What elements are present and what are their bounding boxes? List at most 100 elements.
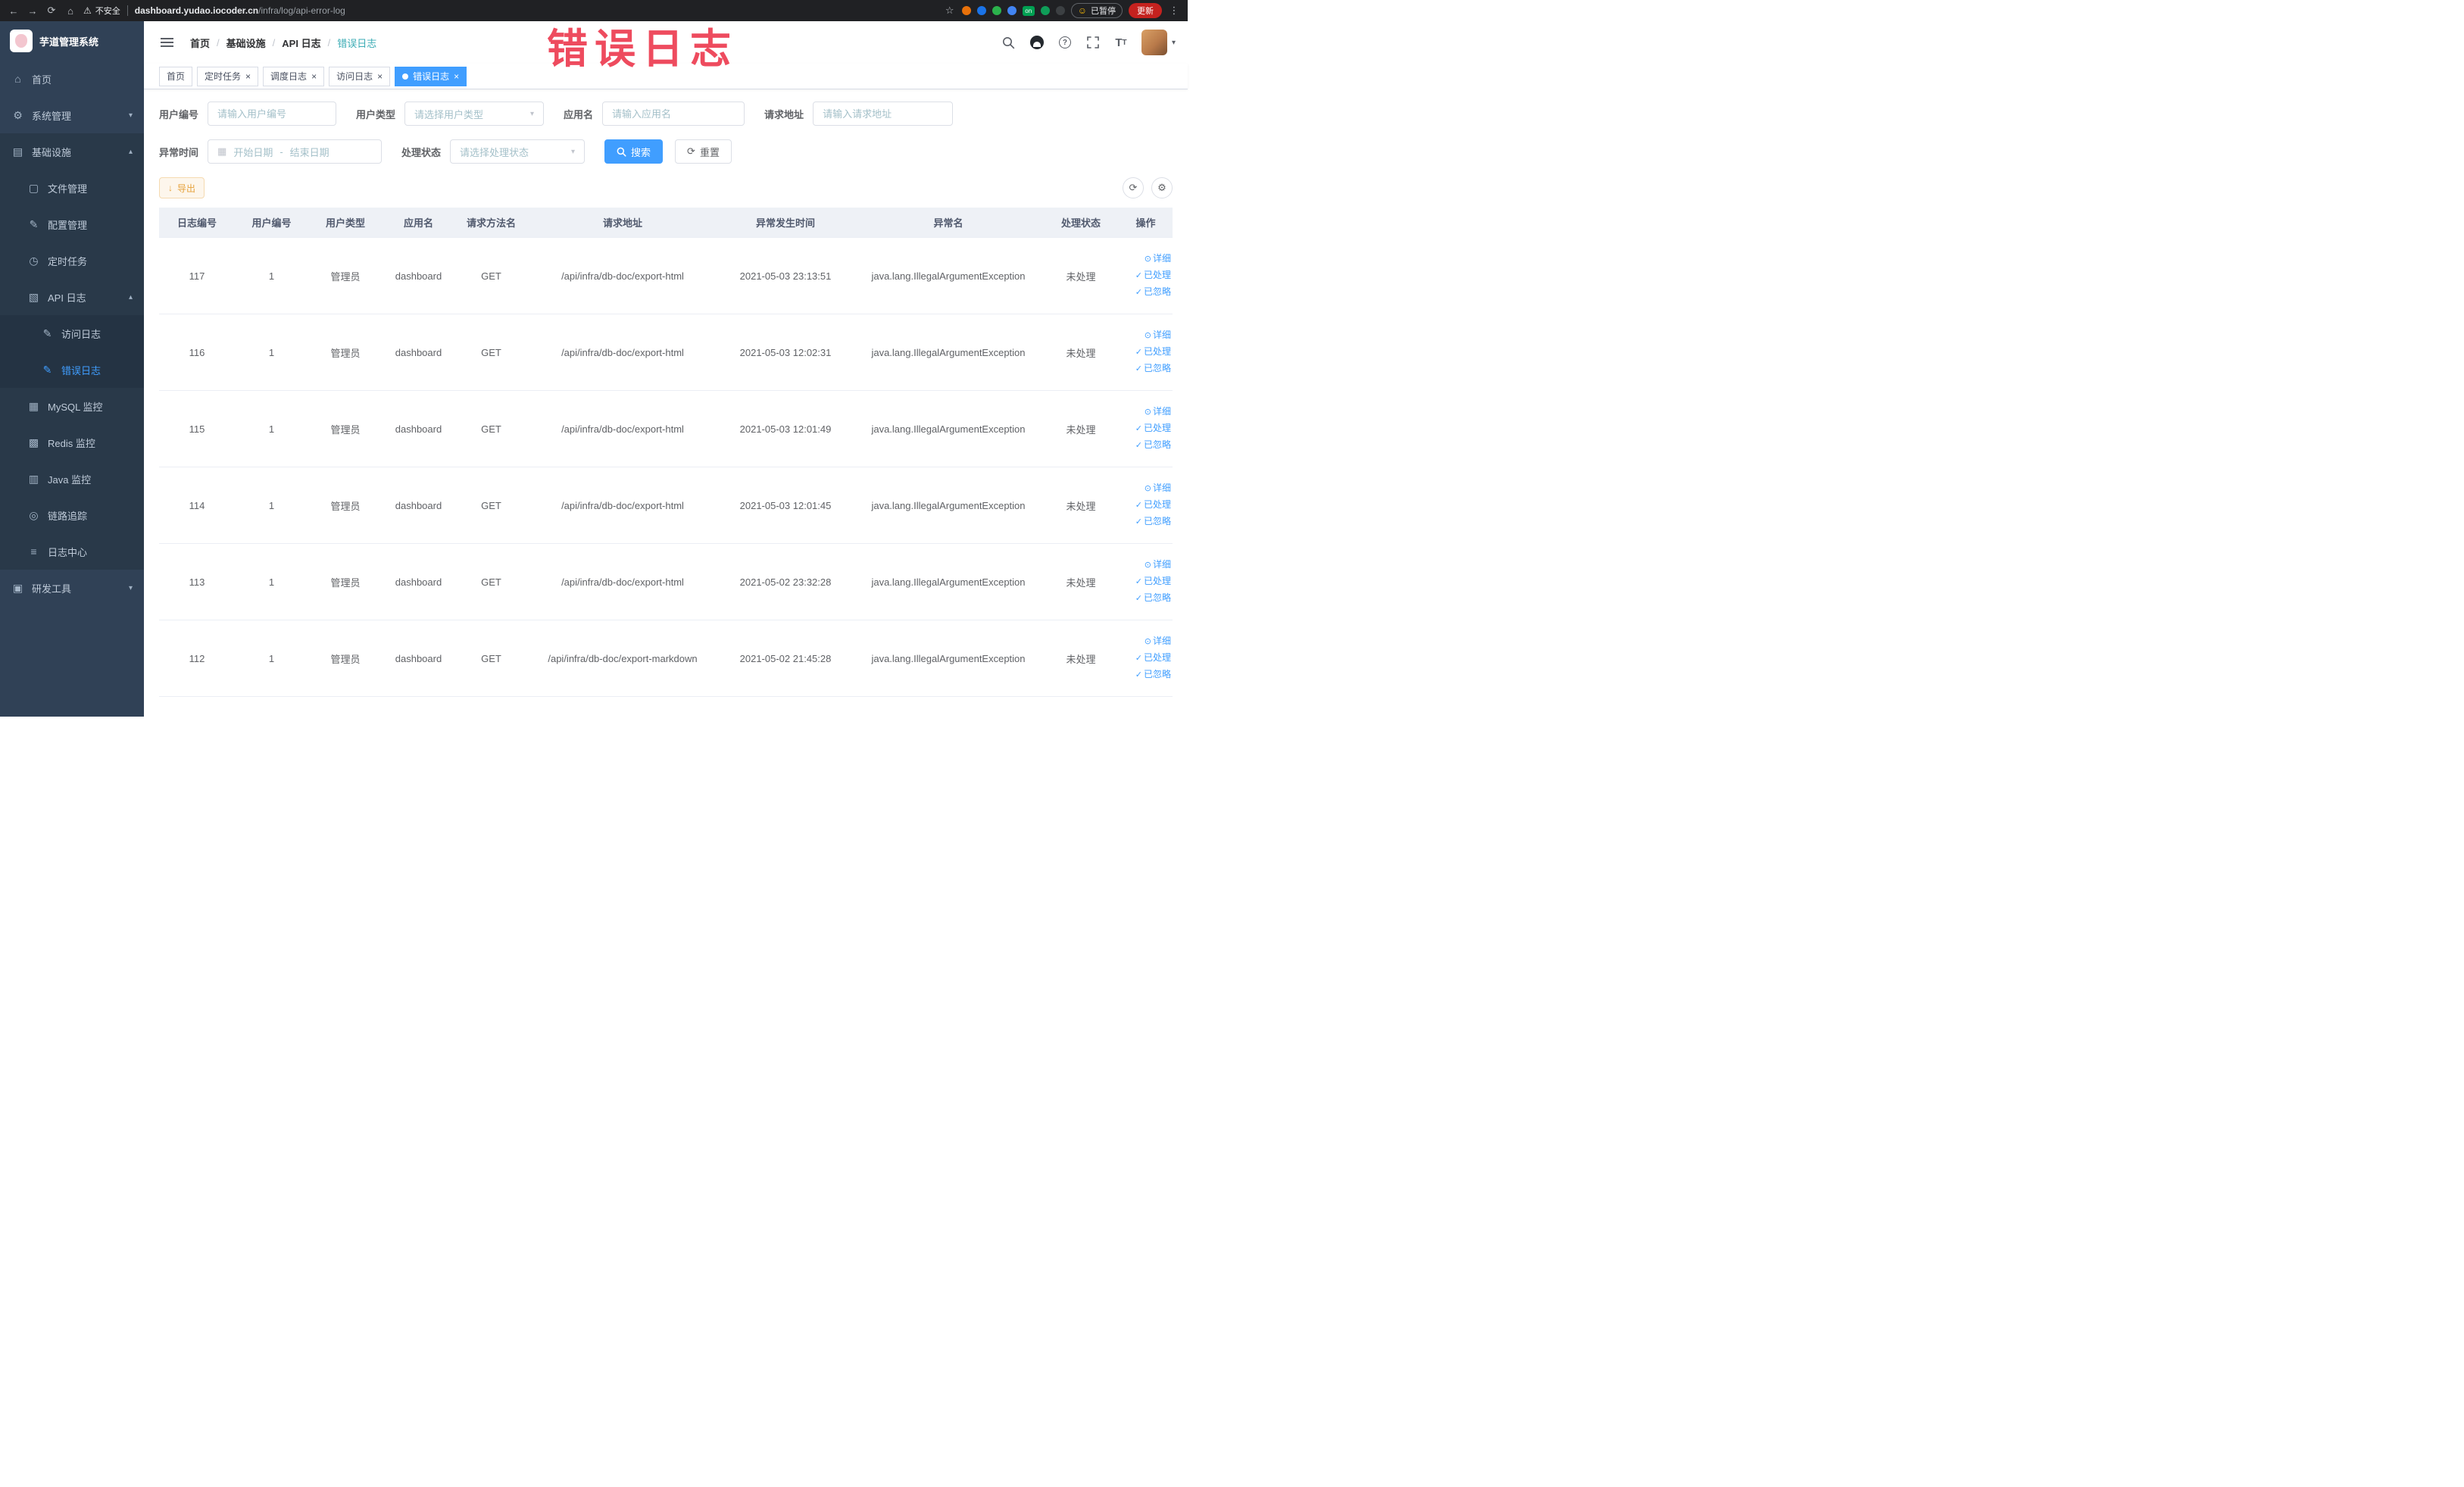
table-row: 117 1 管理员 dashboard GET /api/infra/db-do… [159,238,1173,314]
column-header: 异常名 [933,217,963,229]
detail-link[interactable]: ⊙ 详细 [1123,251,1171,267]
sidebar-item-tracing[interactable]: ◎ 链路追踪 [0,497,144,533]
github-icon[interactable] [1029,35,1045,50]
breadcrumb-separator: / [217,36,220,48]
bookmark-star-icon[interactable]: ☆ [944,5,956,17]
tab-error-log[interactable]: 错误日志 × [395,66,467,86]
close-icon[interactable]: × [311,72,317,81]
extension-leaf-icon[interactable] [1040,6,1050,15]
detail-link[interactable]: ⊙ 详细 [1123,480,1171,497]
detail-link[interactable]: ⊙ 详细 [1123,633,1171,650]
extension-dark-circle[interactable] [1055,6,1065,15]
ignored-link[interactable]: ✓ 已忽略 [1123,667,1171,683]
tab-home[interactable]: 首页 [159,66,193,86]
security-indicator[interactable]: ⚠ 不安全 [83,5,120,17]
eye-icon: ⊙ [1144,255,1151,264]
tab-access-log[interactable]: 访问日志 × [329,66,391,86]
sidebar-item-mysql-monitor[interactable]: ▦ MySQL 监控 [0,388,144,424]
sidebar-item-dev-tools[interactable]: ▣ 研发工具 ▾ [0,570,144,606]
address-bar[interactable]: dashboard.yudao.iocoder.cn/infra/log/api… [135,5,937,16]
breadcrumb: 首页 / 基础设施 / API 日志 / 错误日志 [190,36,376,50]
sidebar-item-redis-monitor[interactable]: ▩ Redis 监控 [0,424,144,461]
sidebar-item-file-management[interactable]: ▢ 文件管理 [0,170,144,206]
extension-blue-circle[interactable] [976,6,986,15]
breadcrumb-home[interactable]: 首页 [190,36,210,50]
tools-icon: ▣ [12,581,23,594]
update-button[interactable]: 更新 [1129,3,1162,18]
user-menu[interactable]: ▾ [1141,30,1176,55]
processed-link[interactable]: ✓ 已处理 [1123,650,1171,667]
request-url-input[interactable] [823,108,944,120]
extension-orange-circle[interactable] [961,6,971,15]
detail-link[interactable]: ⊙ 详细 [1123,327,1171,344]
tab-cron-jobs[interactable]: 定时任务 × [197,66,259,86]
app-name-input[interactable] [612,108,735,120]
paused-badge[interactable]: ☺ 已暂停 [1070,3,1123,18]
detail-link[interactable]: ⊙ 详细 [1123,557,1171,573]
date-range-picker[interactable]: ▦ 开始日期 - 结束日期 [208,139,383,164]
close-icon[interactable]: × [245,72,251,81]
cell-url: /api/infra/db-doc/export-html [561,499,684,511]
tab-schedule-log[interactable]: 调度日志 × [263,66,325,86]
check-icon: ✓ [1135,501,1142,510]
sidebar-item-cron-jobs[interactable]: ◷ 定时任务 [0,242,144,279]
processed-link[interactable]: ✓ 已处理 [1123,573,1171,590]
cell-actions: ⊙ 详细 ✓ 已处理 ✓ 已忽略 [1119,480,1173,530]
sidebar-item-access-log[interactable]: ✎ 访问日志 [0,315,144,351]
ignored-link[interactable]: ✓ 已忽略 [1123,590,1171,607]
export-button[interactable]: ↓ 导出 [159,177,205,198]
browser-chrome: ← → ⟳ ⌂ ⚠ 不安全 dashboard.yudao.iocoder.cn… [0,0,1188,21]
font-size-icon[interactable]: TT [1113,35,1129,50]
processed-link[interactable]: ✓ 已处理 [1123,420,1171,437]
browser-home-icon[interactable]: ⌂ [64,5,77,17]
sidebar-item-config-management[interactable]: ✎ 配置管理 [0,206,144,242]
sidebar-item-home[interactable]: ⌂ 首页 [0,61,144,97]
process-status-select[interactable]: 请选择处理状态 ▾ [450,139,586,164]
close-icon[interactable]: × [454,72,459,81]
kebab-menu-icon[interactable]: ⋮ [1168,5,1180,17]
app-title: 芋道管理系统 [39,36,99,48]
user-type-select[interactable]: 请选择用户类型 ▾ [404,102,545,126]
sidebar-item-label: 研发工具 [32,583,72,595]
reset-button[interactable]: ⟳ 重置 [675,139,732,164]
search-icon[interactable] [1001,35,1017,50]
breadcrumb-infrastructure[interactable]: 基础设施 [226,36,266,50]
sidebar-item-log-center[interactable]: ≡ 日志中心 [0,533,144,570]
config-icon: ✎ [29,217,39,230]
app-logo[interactable]: 芋道管理系统 [0,21,144,61]
ignored-link[interactable]: ✓ 已忽略 [1123,514,1171,530]
processed-link[interactable]: ✓ 已处理 [1123,497,1171,514]
cell-exception: java.lang.IllegalArgumentException [871,499,1026,511]
sidebar-item-java-monitor[interactable]: ▥ Java 监控 [0,461,144,497]
processed-link[interactable]: ✓ 已处理 [1123,344,1171,361]
sidebar-item-system-management[interactable]: ⚙ 系统管理 ▾ [0,97,144,133]
column-settings-button[interactable]: ⚙ [1151,177,1173,198]
forward-icon[interactable]: → [27,5,39,17]
sidebar-item-api-log[interactable]: ▧ API 日志 ▴ [0,279,144,315]
processed-link[interactable]: ✓ 已处理 [1123,267,1171,284]
help-icon[interactable]: ? [1057,35,1073,50]
detail-link[interactable]: ⊙ 详细 [1123,404,1171,420]
eye-icon: ⊙ [1144,637,1151,646]
hamburger-icon[interactable] [161,42,173,43]
ignored-link[interactable]: ✓ 已忽略 [1123,361,1171,377]
cell-method: GET [481,423,501,435]
close-icon[interactable]: × [377,72,383,81]
search-button[interactable]: 搜索 [604,139,664,164]
back-icon[interactable]: ← [8,5,20,17]
sidebar-item-infrastructure[interactable]: ▤ 基础设施 ▴ [0,133,144,170]
eye-icon: ⊙ [1144,484,1151,493]
sidebar-item-label: MySQL 监控 [48,401,103,413]
breadcrumb-api-log[interactable]: API 日志 [282,36,320,50]
extension-grid-icon[interactable] [1007,6,1017,15]
refresh-table-button[interactable]: ⟳ [1123,177,1144,198]
extension-green-circle[interactable] [992,6,1001,15]
reload-icon[interactable]: ⟳ [45,5,58,17]
user-id-input[interactable] [217,108,327,120]
sidebar-item-error-log[interactable]: ✎ 错误日志 [0,351,144,388]
extension-on-badge[interactable]: on [1022,5,1035,16]
ignored-link[interactable]: ✓ 已忽略 [1123,284,1171,301]
filter-label: 应用名 [564,108,594,120]
fullscreen-icon[interactable] [1085,35,1101,50]
ignored-link[interactable]: ✓ 已忽略 [1123,437,1171,454]
